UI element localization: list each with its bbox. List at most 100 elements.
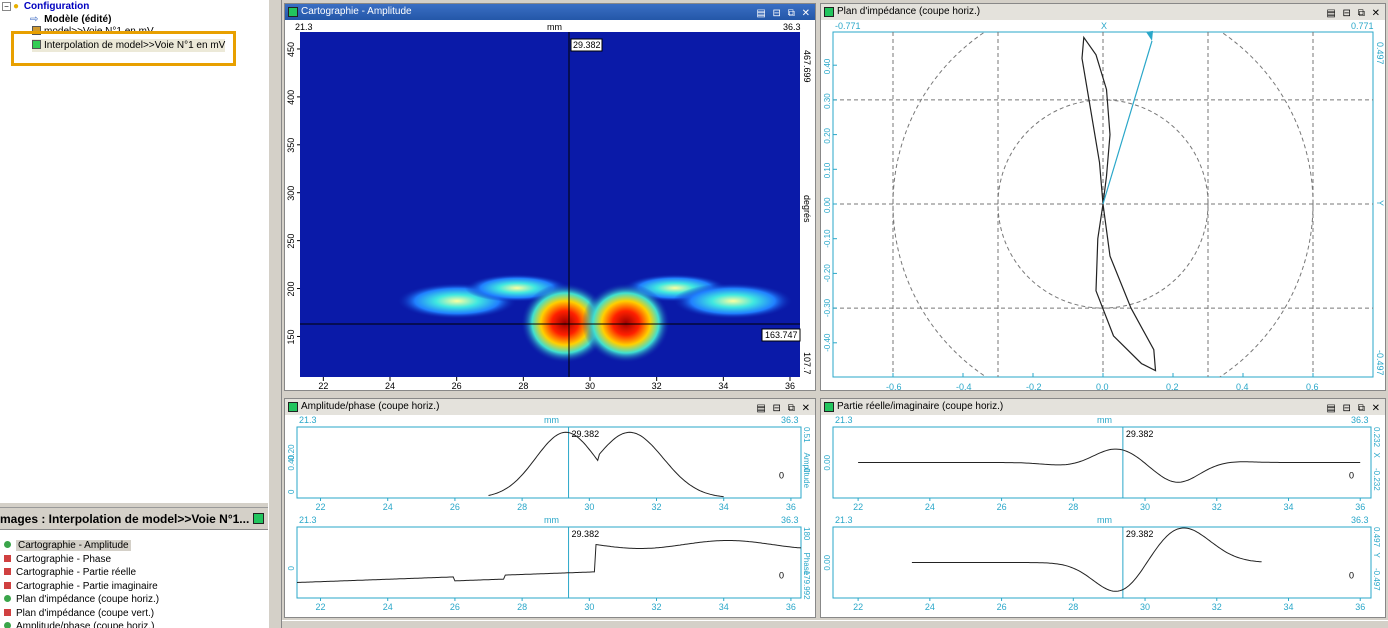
impedance-plot[interactable]: -0.771 X 0.771 0.40 0.30 0.20 0.10 0.00 -0.10… xyxy=(821,20,1385,390)
heat-blob xyxy=(582,283,670,363)
y-tick-label: 150 xyxy=(286,329,296,344)
y-tick-label: 0.00 xyxy=(823,454,832,470)
tree-root[interactable]: − ● Configuration xyxy=(2,0,89,13)
green-square-icon xyxy=(288,402,298,412)
carto-titlebar[interactable]: Cartographie - Amplitude ▤ ⊟ ⧉ ✕ xyxy=(285,4,815,20)
bottom-subplot[interactable]: 21.3 mm 36.329.3820180Phase-179.992022 24 26… xyxy=(287,515,811,612)
x-tick-label: 34 xyxy=(719,502,729,512)
x-left-label: -0.771 xyxy=(835,21,861,31)
x-tick-label: -0.4 xyxy=(956,382,972,390)
green-square-icon xyxy=(288,7,298,17)
ampphase-title: Amplitude/phase (coupe horiz.) xyxy=(301,401,440,412)
y-tick-label: 0.40 xyxy=(823,58,832,74)
top-subplot[interactable]: 21.3 mm 36.329.38200.51Amplitude00.400.200… xyxy=(287,415,811,512)
ampphase-panel: Amplitude/phase (coupe horiz.) ▤ ⊟ ⧉ ✕ 2… xyxy=(284,398,816,618)
images-list: Cartographie - Amplitude Cartographie - P… xyxy=(0,538,268,628)
r-top: 0.232 xyxy=(1372,427,1381,448)
x-tick-label: 0.4 xyxy=(1236,382,1249,390)
bottom-subplot[interactable]: 21.3 mm 36.3 29.382 0 0.497 Y -0.497 0.00 22 24 26 2… xyxy=(823,515,1381,612)
x-tick-label: 28 xyxy=(517,502,527,512)
x-tick-label: 0.0 xyxy=(1096,382,1109,390)
y-tick-label: 250 xyxy=(286,234,296,249)
top-subplot[interactable]: 21.3 mm 36.3 29.382 0 0.232 X -0.232 0.00 22 24 26 2… xyxy=(823,415,1381,512)
image-list-item[interactable]: Cartographie - Partie imaginaire xyxy=(4,580,158,594)
x-left-label: 21.3 xyxy=(299,515,317,525)
x-tick-label: 36 xyxy=(1355,502,1365,512)
y-tick-label: -0.30 xyxy=(823,298,832,317)
x-tick-label: -0.2 xyxy=(1026,382,1042,390)
y-right-top: 0.497 xyxy=(1375,42,1385,65)
ampphase-titlebar[interactable]: Amplitude/phase (coupe horiz.) ▤ ⊟ ⧉ ✕ xyxy=(285,399,815,415)
x-right-label: 36.3 xyxy=(781,515,799,525)
x-tick-label: 36 xyxy=(786,602,796,612)
x-tick-label: 34 xyxy=(1284,602,1294,612)
image-list-item[interactable]: Cartographie - Phase xyxy=(4,553,111,567)
x-tick-label: 34 xyxy=(718,381,728,390)
plot-area xyxy=(296,526,802,599)
tree-root-label: Configuration xyxy=(23,1,90,12)
y-tick-label: 0.00 xyxy=(823,197,832,213)
image-list-label: Cartographie - Partie imaginaire xyxy=(16,580,158,592)
x-tick-label: 30 xyxy=(1140,602,1150,612)
x-tick-label: 22 xyxy=(318,381,328,390)
x-right-label: 36.3 xyxy=(1351,415,1369,425)
x-tick-label: 22 xyxy=(316,602,326,612)
green-square-icon xyxy=(253,513,264,524)
zero-label: 0 xyxy=(1349,471,1354,481)
cursor-y-value: 163.747 xyxy=(765,330,798,340)
tree-collapse-icon[interactable]: − xyxy=(2,2,11,11)
x-tick-label: 24 xyxy=(383,502,393,512)
window-controls[interactable]: ▤ ⊟ ⧉ ✕ xyxy=(756,6,812,20)
left-pane: − ● Configuration ⇨ Modèle (édité) model>… xyxy=(0,0,268,628)
impedance-panel: Plan d'impédance (coupe horiz.) ▤ ⊟ ⧉ ✕ … xyxy=(820,3,1386,391)
x-axis-ticks: 22 24 26 28 30 32 34 36 xyxy=(318,377,795,390)
x-tick-label: 24 xyxy=(385,381,395,390)
x-tick-label: 34 xyxy=(719,602,729,612)
window-controls[interactable]: ▤ ⊟ ⧉ ✕ xyxy=(1326,401,1382,415)
r-top: 0.51 xyxy=(802,427,811,443)
x-tick-label: 30 xyxy=(584,502,594,512)
y-tick-label: -0.20 xyxy=(823,264,832,283)
config-tree: − ● Configuration ⇨ Modèle (édité) model>… xyxy=(0,0,268,500)
tree-model-label: Modèle (édité) xyxy=(44,14,112,25)
red-square-icon xyxy=(4,554,11,562)
x-tick-label: 32 xyxy=(652,602,662,612)
image-list-label: Plan d'impédance (coupe vert.) xyxy=(16,607,155,619)
x-right-label: 36.3 xyxy=(781,415,799,425)
green-dot-icon xyxy=(4,622,11,628)
reim-plot[interactable]: 21.3 mm 36.329.38200.232X-0.2320.0022 24 26 2… xyxy=(821,415,1385,617)
y-tick-label: -0.40 xyxy=(823,333,832,352)
impedance-titlebar[interactable]: Plan d'impédance (coupe horiz.) ▤ ⊟ ⧉ ✕ xyxy=(821,4,1385,20)
tree-item-model[interactable]: ⇨ Modèle (édité) xyxy=(30,13,111,26)
y-tick-label: 200 xyxy=(286,282,296,297)
image-list-item[interactable]: Cartographie - Amplitude xyxy=(4,539,131,553)
x-right-label: 0.771 xyxy=(1351,21,1374,31)
x-tick-label: 30 xyxy=(1140,502,1150,512)
zero-label: 0 xyxy=(779,471,784,481)
bottom-splitter[interactable] xyxy=(282,620,1388,628)
y-right-bottom: -0.497 xyxy=(1375,350,1385,376)
x-tick-label: 36 xyxy=(785,381,795,390)
reim-panel: Partie réelle/imaginaire (coupe horiz.) … xyxy=(820,398,1386,618)
images-header: mages : Interpolation de model>>Voie N°1… xyxy=(0,508,268,530)
window-controls[interactable]: ▤ ⊟ ⧉ ✕ xyxy=(756,401,812,415)
window-controls[interactable]: ▤ ⊟ ⧉ ✕ xyxy=(1326,6,1382,20)
x-tick-label: 22 xyxy=(853,502,863,512)
carto-plot[interactable]: 21.3 mm 36.3 29.382 163.747 450 400 350 300… xyxy=(285,20,815,390)
image-list-item[interactable]: Amplitude/phase (coupe horiz.) xyxy=(4,620,154,628)
x-tick-label: 30 xyxy=(584,602,594,612)
x-tick-label: 28 xyxy=(517,602,527,612)
y-tick-label: 300 xyxy=(286,186,296,201)
vertical-splitter[interactable] xyxy=(268,0,282,628)
image-list-label: Cartographie - Phase xyxy=(16,553,112,565)
image-list-item[interactable]: Plan d'impédance (coupe horiz.) xyxy=(4,593,159,607)
ampphase-plot[interactable]: 21.3 mm 36.329.38200.51Amplitude00.400.200… xyxy=(285,415,815,617)
x-tick-label: 28 xyxy=(1068,602,1078,612)
x-tick-label: 32 xyxy=(652,502,662,512)
y-right-bottom: 107.7 xyxy=(802,352,812,375)
reim-titlebar[interactable]: Partie réelle/imaginaire (coupe horiz.) … xyxy=(821,399,1385,415)
tree-item-interpolation[interactable]: Interpolation de model>>Voie N°1 en mV xyxy=(32,39,226,52)
image-list-item[interactable]: Cartographie - Partie réelle xyxy=(4,566,136,580)
red-square-icon xyxy=(4,581,11,589)
image-list-item[interactable]: Plan d'impédance (coupe vert.) xyxy=(4,607,154,621)
